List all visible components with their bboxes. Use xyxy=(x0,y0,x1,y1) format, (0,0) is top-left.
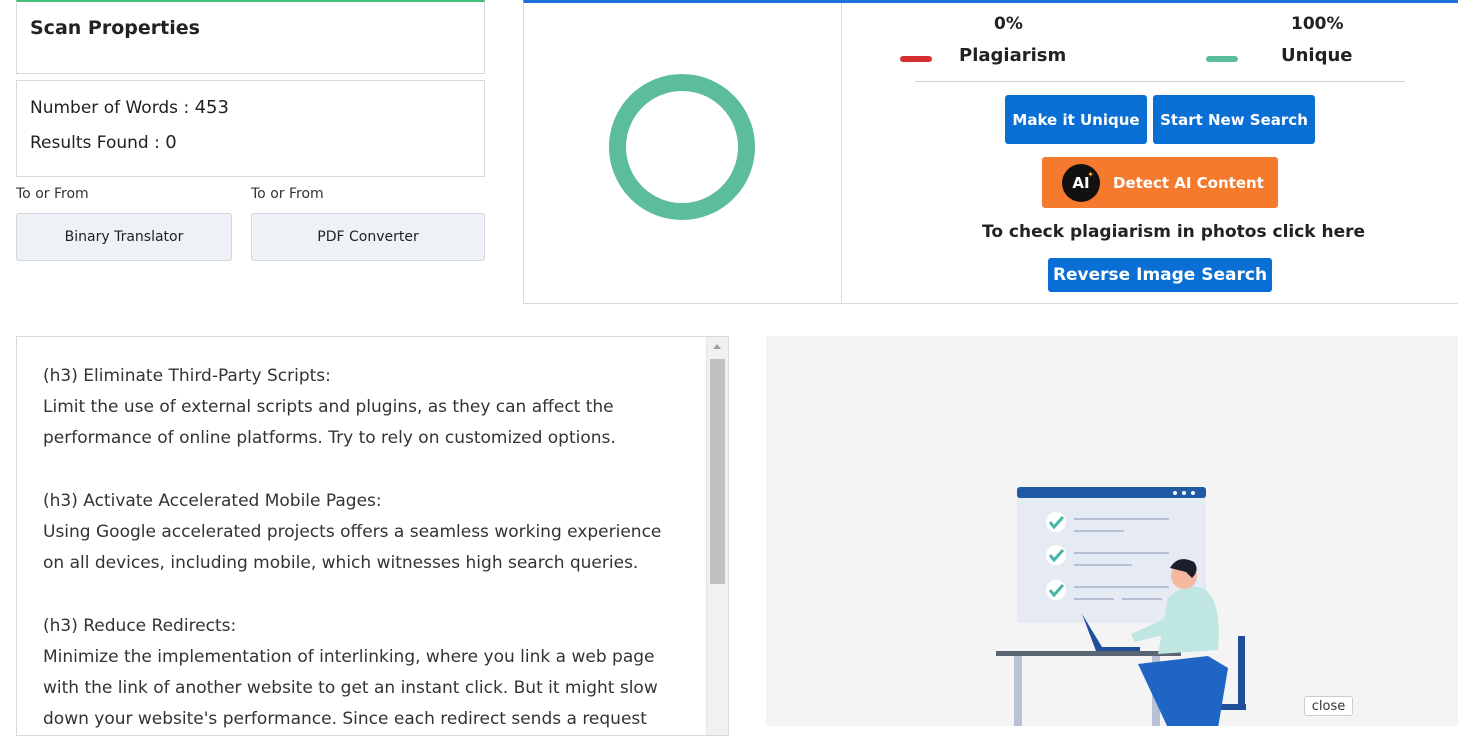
window-title-bar xyxy=(1017,487,1206,498)
scan-properties-panel: Scan Properties xyxy=(16,0,485,74)
results-found-label: Results Found : xyxy=(30,133,160,153)
unique-percent: 100% xyxy=(1291,14,1344,34)
results-found-value: 0 xyxy=(165,132,177,153)
content-textarea[interactable]: (h3) Eliminate Third-Party Scripts: Limi… xyxy=(16,336,729,736)
vertical-scrollbar[interactable] xyxy=(706,337,728,735)
legend-divider xyxy=(915,81,1405,82)
scan-stats-panel: Number of Words : 453 Results Found : 0 xyxy=(16,80,485,177)
sparkle-icon: ✦ xyxy=(1087,169,1094,179)
start-new-search-button[interactable]: Start New Search xyxy=(1153,95,1315,144)
word-count-value: 453 xyxy=(194,97,229,118)
paragraph-line: Using Google accelerated projects offers… xyxy=(43,522,662,542)
window-dot xyxy=(1191,491,1195,495)
desk-top xyxy=(996,651,1181,656)
binary-translator-caption: To or From xyxy=(16,186,89,202)
detect-ai-content-button[interactable]: AI ✦ Detect AI Content xyxy=(1042,157,1278,208)
paragraph: (h3) Reduce Redirects: Minimize the impl… xyxy=(43,611,683,735)
plagiarism-legend-label: Plagiarism xyxy=(959,45,1067,66)
pdf-converter-caption: To or From xyxy=(251,186,324,202)
plagiarism-percent: 0% xyxy=(994,14,1023,34)
paragraph: (h3) Activate Accelerated Mobile Pages: … xyxy=(43,486,683,580)
word-count: Number of Words : 453 xyxy=(30,97,229,118)
content-text: (h3) Eliminate Third-Party Scripts: Limi… xyxy=(43,361,683,735)
paragraph-line: performance of online platforms. Try to … xyxy=(43,428,616,449)
illustration-panel xyxy=(766,336,1458,726)
window-dot xyxy=(1173,491,1177,495)
unique-legend-label: Unique xyxy=(1281,45,1353,66)
photo-plagiarism-prompt: To check plagiarism in photos click here xyxy=(982,222,1366,242)
paragraph-line: down your website's performance. Since e… xyxy=(43,709,647,730)
make-it-unique-button[interactable]: Make it Unique xyxy=(1005,95,1147,144)
paragraph-line: on all devices, including mobile, which … xyxy=(43,553,639,574)
window-dot xyxy=(1182,491,1186,495)
unique-legend-swatch xyxy=(1206,56,1238,62)
result-divider xyxy=(841,3,842,304)
word-count-label: Number of Words : xyxy=(30,98,190,118)
scan-properties-title: Scan Properties xyxy=(30,17,200,39)
desk-leg xyxy=(1014,656,1022,726)
paragraph-line: Minimize the implementation of interlink… xyxy=(43,646,655,667)
scrollbar-thumb[interactable] xyxy=(710,359,725,584)
detect-ai-content-label: Detect AI Content xyxy=(1113,173,1264,192)
paragraph-line: (h3) Eliminate Third-Party Scripts: xyxy=(43,366,331,386)
binary-translator-button[interactable]: Binary Translator xyxy=(16,213,232,261)
plagiarism-legend-swatch xyxy=(900,56,932,62)
paragraph-line: Limit the use of external scripts and pl… xyxy=(43,397,614,418)
chair-back xyxy=(1238,636,1245,706)
scroll-up-arrow-icon[interactable] xyxy=(713,344,721,349)
paragraph-line: (h3) Activate Accelerated Mobile Pages: xyxy=(43,490,382,511)
paragraph: (h3) Eliminate Third-Party Scripts: Limi… xyxy=(43,361,683,455)
pdf-converter-button[interactable]: PDF Converter xyxy=(251,213,485,261)
ai-icon: AI ✦ xyxy=(1062,163,1100,202)
person-legs xyxy=(1138,656,1228,726)
paragraph-line: (h3) Reduce Redirects: xyxy=(43,615,237,636)
close-button[interactable]: close xyxy=(1304,696,1353,716)
uniqueness-donut-chart xyxy=(609,74,755,220)
person-at-desk-illustration xyxy=(996,487,1246,726)
paragraph-line: with the link of another website to get … xyxy=(43,678,658,698)
reverse-image-search-button[interactable]: Reverse Image Search xyxy=(1048,258,1272,292)
results-found: Results Found : 0 xyxy=(30,132,177,153)
